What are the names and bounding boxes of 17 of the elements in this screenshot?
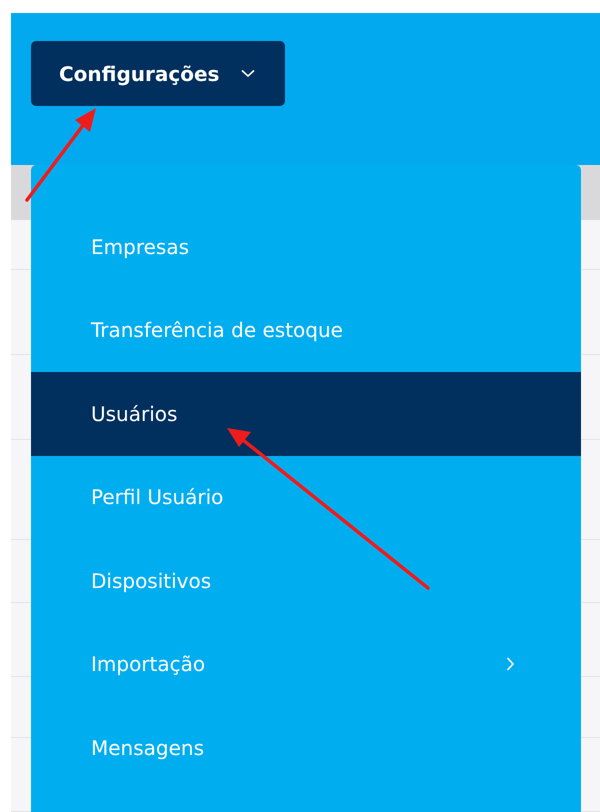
chevron-down-icon — [241, 69, 256, 78]
menu-item-label: Usuários — [91, 402, 178, 426]
menu-item[interactable]: Mensagens — [31, 706, 581, 790]
menu-item[interactable]: Empresas — [31, 205, 581, 288]
menu-item[interactable]: Dispositivos — [31, 539, 581, 622]
menu-item-label: Perfil Usuário — [91, 485, 224, 510]
settings-menu-button[interactable]: Configurações — [31, 41, 286, 106]
menu-item-label: Mensagens — [91, 736, 204, 760]
menu-item[interactable]: Usuários — [31, 372, 581, 456]
menu-item[interactable]: Importação — [31, 622, 581, 706]
menu-item-label: Empresas — [91, 234, 189, 259]
menu-item-label: Transferência de estoque — [91, 318, 343, 342]
menu-item[interactable]: Transferência de estoque — [31, 288, 581, 372]
menu-item-label: Importação — [91, 652, 206, 676]
menu-item[interactable]: Perfil Usuário — [31, 456, 581, 539]
chevron-right-icon — [506, 657, 515, 672]
menu-item-label: Dispositivos — [91, 568, 212, 593]
